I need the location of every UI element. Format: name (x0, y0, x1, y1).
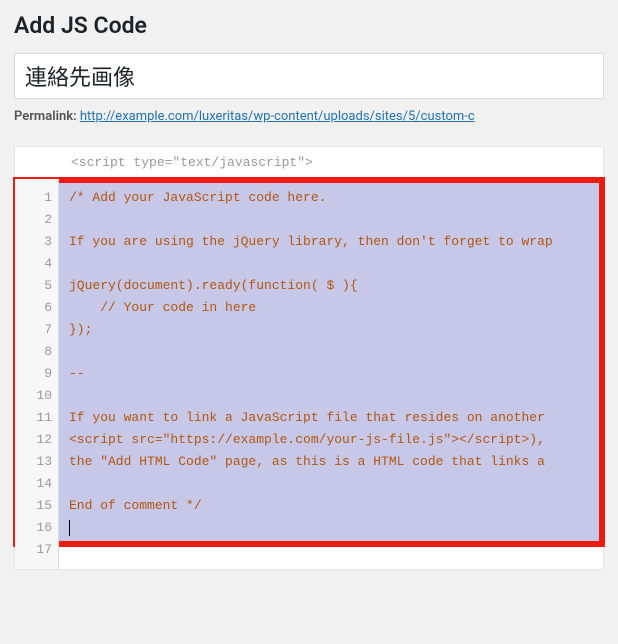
line-number: 14 (21, 473, 52, 495)
line-number: 4 (21, 253, 52, 275)
code-area[interactable]: 1234567891011121314151617 /* Add your Ja… (15, 179, 603, 569)
code-line[interactable] (69, 385, 593, 407)
code-editor-box: <script type="text/javascript"> 12345678… (14, 146, 604, 570)
code-line[interactable] (69, 341, 593, 363)
post-title-input[interactable] (14, 53, 604, 99)
line-number: 11 (21, 407, 52, 429)
permalink-label: Permalink: (14, 109, 77, 124)
code-line[interactable]: /* Add your JavaScript code here. (69, 187, 593, 209)
code-line[interactable]: <script src="https://example.com/your-js… (69, 429, 593, 451)
code-line[interactable]: -- (69, 363, 593, 385)
line-number: 17 (21, 539, 52, 561)
line-number: 5 (21, 275, 52, 297)
line-number: 3 (21, 231, 52, 253)
line-number: 7 (21, 319, 52, 341)
code-line[interactable] (69, 517, 593, 539)
code-line[interactable] (69, 539, 593, 561)
code-line[interactable]: If you are using the jQuery library, the… (69, 231, 593, 253)
page-title: Add JS Code (14, 12, 604, 39)
code-line[interactable] (69, 473, 593, 495)
line-number: 15 (21, 495, 52, 517)
line-number: 10 (21, 385, 52, 407)
line-number-gutter: 1234567891011121314151617 (15, 179, 59, 569)
text-caret (69, 520, 70, 536)
code-line[interactable] (69, 253, 593, 275)
line-number: 16 (21, 517, 52, 539)
permalink-url[interactable]: http://example.com/luxeritas/wp-content/… (80, 109, 475, 124)
code-line[interactable]: If you want to link a JavaScript file th… (69, 407, 593, 429)
line-number: 1 (21, 187, 52, 209)
permalink-row: Permalink: http://example.com/luxeritas/… (14, 109, 604, 124)
code-lines[interactable]: /* Add your JavaScript code here. If you … (59, 179, 603, 569)
code-line[interactable]: }); (69, 319, 593, 341)
code-line[interactable]: // Your code in here (69, 297, 593, 319)
line-number: 13 (21, 451, 52, 473)
script-tag-header: <script type="text/javascript"> (15, 147, 603, 179)
line-number: 12 (21, 429, 52, 451)
code-line[interactable]: End of comment */ (69, 495, 593, 517)
code-line[interactable] (69, 209, 593, 231)
line-number: 9 (21, 363, 52, 385)
code-line[interactable]: the "Add HTML Code" page, as this is a H… (69, 451, 593, 473)
line-number: 6 (21, 297, 52, 319)
line-number: 2 (21, 209, 52, 231)
code-line[interactable]: jQuery(document).ready(function( $ ){ (69, 275, 593, 297)
line-number: 8 (21, 341, 52, 363)
